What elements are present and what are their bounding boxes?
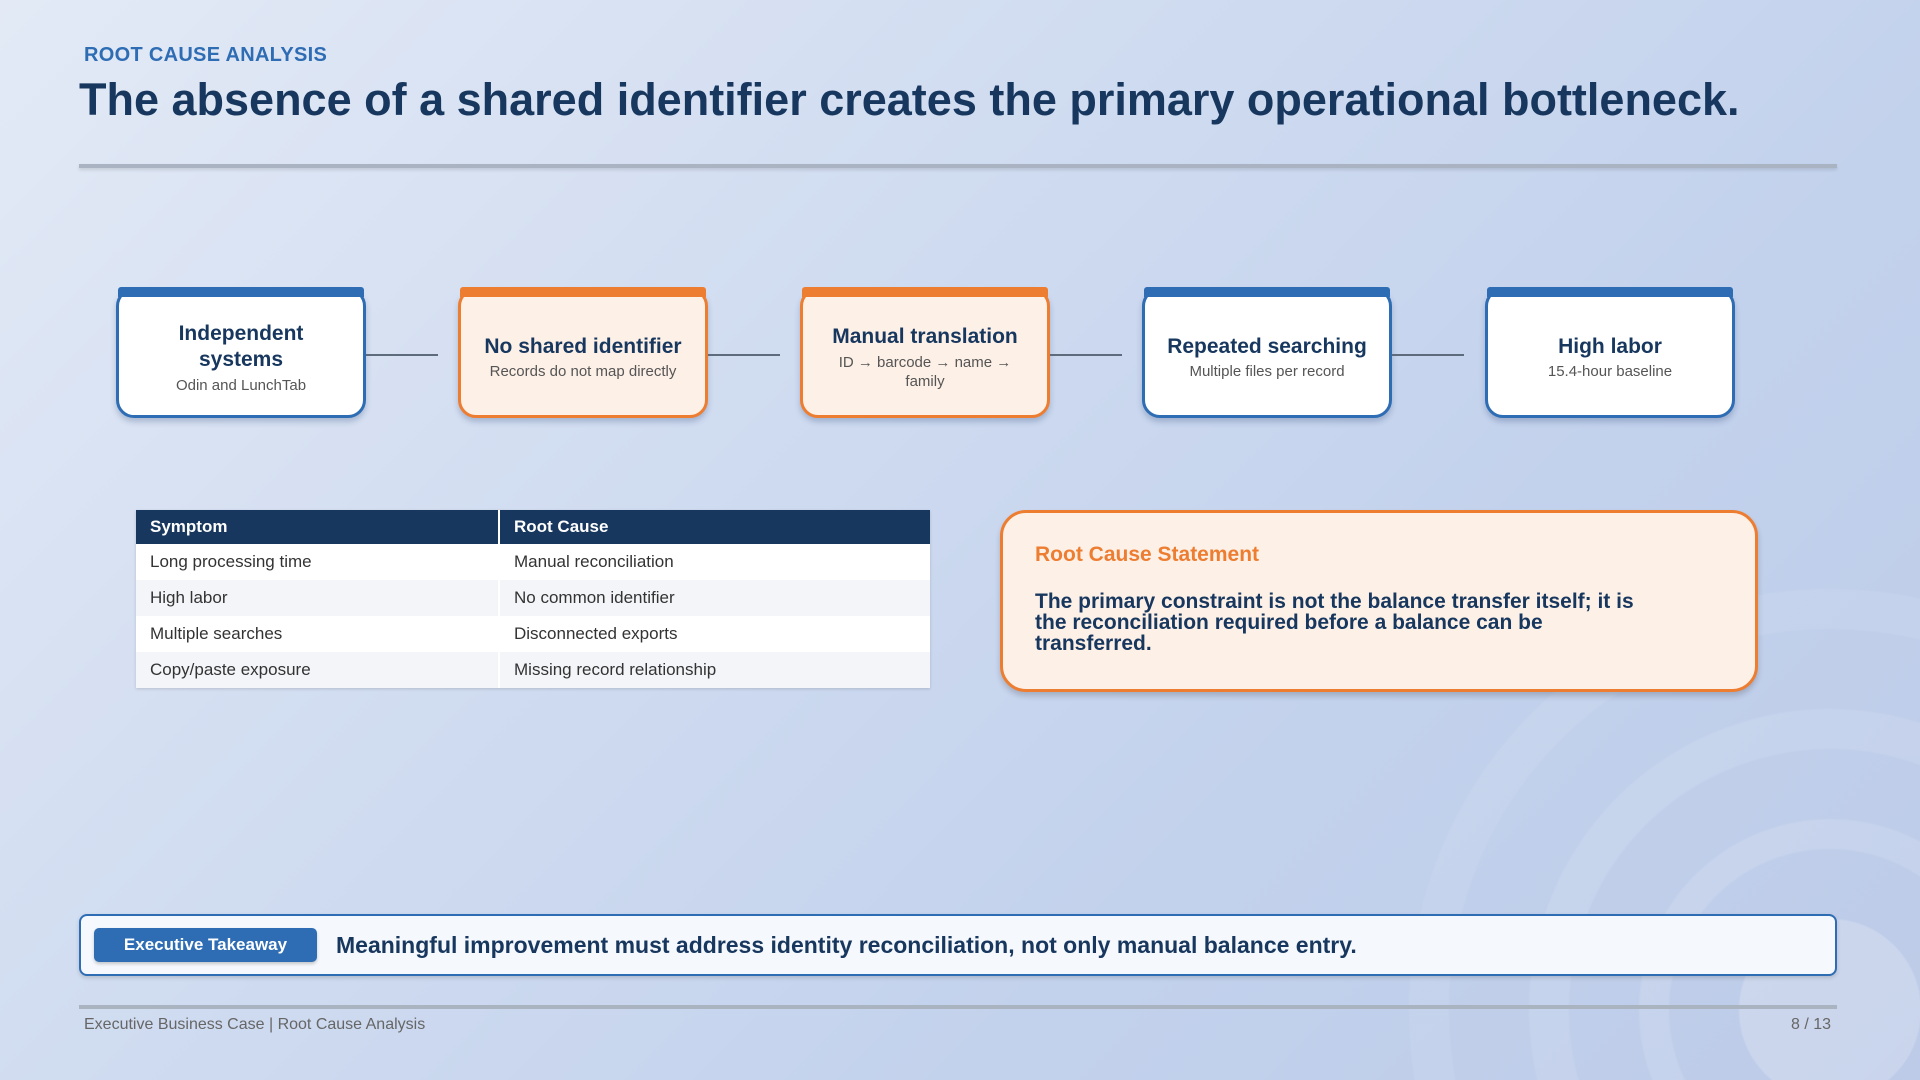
column-header-symptom: Symptom [136,510,500,544]
flow-step-title: Manual translation [832,325,1018,349]
symptom-root-cause-table: Symptom Root Cause Long processing time … [136,510,930,688]
table-header-row: Symptom Root Cause [136,510,930,544]
table-row: Multiple searches Disconnected exports [136,616,930,652]
flow-step-title: Repeated searching [1167,335,1367,359]
table-cell: Manual reconciliation [499,544,930,580]
section-kicker: ROOT CAUSE ANALYSIS [84,44,328,66]
flow-connector [366,354,438,356]
statement-title: Root Cause Statement [1035,543,1260,566]
flow-step-subtitle: 15.4-hour baseline [1547,363,1673,381]
column-header-root-cause: Root Cause [499,510,930,544]
statement-text: The primary constraint is not the balanc… [1035,590,1634,655]
page-title: The absence of a shared identifier creat… [79,74,1740,125]
flow-step-title: Independent systems [178,322,304,372]
table-cell: Disconnected exports [499,616,930,652]
flow-step-title: No shared identifier [484,335,682,359]
flow-connector [1392,354,1464,356]
table-cell: Copy/paste exposure [136,652,500,688]
table-cell: Multiple searches [136,616,500,652]
title-divider [79,164,1837,168]
flow-step-subtitle: Multiple files per record [1189,363,1345,381]
flow-step-independent-systems: Independent systems Odin and LunchTab [116,287,366,418]
flow-step-manual-translation: Manual translation ID → barcode → name →… [800,287,1050,418]
flow-step-subtitle: ID → barcode → name → family [838,353,1012,391]
page-number: 8 / 13 [1790,1016,1831,1033]
table-cell: No common identifier [499,580,930,616]
flow-step-subtitle: Odin and LunchTab [175,376,307,394]
table-row: Long processing time Manual reconciliati… [136,544,930,580]
flow-connector [1050,354,1122,356]
flow-step-no-shared-identifier: No shared identifier Records do not map … [458,287,708,418]
table-cell: Missing record relationship [499,652,930,688]
executive-takeaway-banner: Executive Takeaway Meaningful improvemen… [79,914,1837,976]
footer-divider [79,1005,1837,1009]
flow-step-high-labor: High labor 15.4-hour baseline [1485,287,1735,418]
takeaway-text: Meaningful improvement must address iden… [336,932,1357,958]
root-cause-statement-card: Root Cause Statement The primary constra… [1000,510,1758,692]
flow-step-repeated-searching: Repeated searching Multiple files per re… [1142,287,1392,418]
table-cell: Long processing time [136,544,500,580]
footer-label: Executive Business Case | Root Cause Ana… [84,1016,426,1033]
table-row: Copy/paste exposure Missing record relat… [136,652,930,688]
flow-connector [708,354,780,356]
table-row: High labor No common identifier [136,580,930,616]
flow-step-subtitle: Records do not map directly [489,363,677,381]
takeaway-badge: Executive Takeaway [94,928,317,962]
table-cell: High labor [136,580,500,616]
flow-step-title: High labor [1558,335,1662,359]
